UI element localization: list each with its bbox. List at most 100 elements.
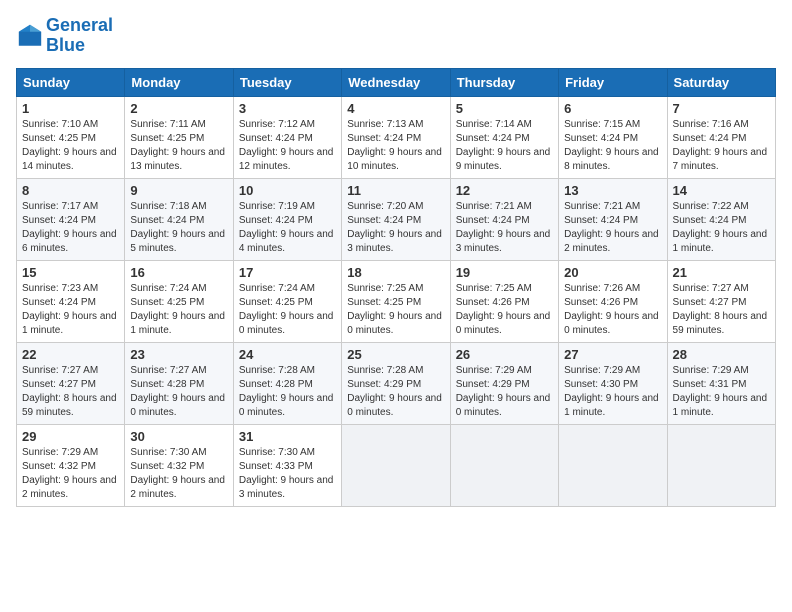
calendar-cell [559,424,667,506]
day-info: Sunrise: 7:27 AM Sunset: 4:27 PM Dayligh… [22,364,119,420]
day-number: 6 [564,101,661,116]
calendar-cell: 26 Sunrise: 7:29 AM Sunset: 4:29 PM Dayl… [450,342,558,424]
day-info: Sunrise: 7:24 AM Sunset: 4:25 PM Dayligh… [130,282,227,338]
day-info: Sunrise: 7:21 AM Sunset: 4:24 PM Dayligh… [564,200,661,256]
calendar-cell: 9 Sunrise: 7:18 AM Sunset: 4:24 PM Dayli… [125,178,233,260]
day-number: 3 [239,101,336,116]
day-number: 28 [673,347,770,362]
day-header-sunday: Sunday [17,68,125,96]
day-header-tuesday: Tuesday [233,68,341,96]
calendar-cell [667,424,775,506]
calendar-week-3: 15 Sunrise: 7:23 AM Sunset: 4:24 PM Dayl… [17,260,776,342]
day-header-monday: Monday [125,68,233,96]
day-info: Sunrise: 7:29 AM Sunset: 4:32 PM Dayligh… [22,446,119,502]
day-number: 4 [347,101,444,116]
logo-icon [16,22,44,50]
day-header-row: SundayMondayTuesdayWednesdayThursdayFrid… [17,68,776,96]
day-header-wednesday: Wednesday [342,68,450,96]
day-number: 9 [130,183,227,198]
day-info: Sunrise: 7:25 AM Sunset: 4:26 PM Dayligh… [456,282,553,338]
calendar-cell: 7 Sunrise: 7:16 AM Sunset: 4:24 PM Dayli… [667,96,775,178]
day-number: 12 [456,183,553,198]
day-info: Sunrise: 7:11 AM Sunset: 4:25 PM Dayligh… [130,118,227,174]
day-number: 13 [564,183,661,198]
calendar-cell: 4 Sunrise: 7:13 AM Sunset: 4:24 PM Dayli… [342,96,450,178]
calendar-week-4: 22 Sunrise: 7:27 AM Sunset: 4:27 PM Dayl… [17,342,776,424]
day-info: Sunrise: 7:30 AM Sunset: 4:32 PM Dayligh… [130,446,227,502]
calendar-cell: 24 Sunrise: 7:28 AM Sunset: 4:28 PM Dayl… [233,342,341,424]
day-number: 2 [130,101,227,116]
logo-text: General Blue [46,16,113,56]
day-info: Sunrise: 7:26 AM Sunset: 4:26 PM Dayligh… [564,282,661,338]
day-header-thursday: Thursday [450,68,558,96]
day-number: 1 [22,101,119,116]
day-info: Sunrise: 7:25 AM Sunset: 4:25 PM Dayligh… [347,282,444,338]
calendar-cell: 23 Sunrise: 7:27 AM Sunset: 4:28 PM Dayl… [125,342,233,424]
calendar-cell: 30 Sunrise: 7:30 AM Sunset: 4:32 PM Dayl… [125,424,233,506]
day-number: 25 [347,347,444,362]
day-number: 16 [130,265,227,280]
calendar-cell: 13 Sunrise: 7:21 AM Sunset: 4:24 PM Dayl… [559,178,667,260]
calendar-cell: 1 Sunrise: 7:10 AM Sunset: 4:25 PM Dayli… [17,96,125,178]
calendar-cell: 10 Sunrise: 7:19 AM Sunset: 4:24 PM Dayl… [233,178,341,260]
day-number: 19 [456,265,553,280]
calendar-week-5: 29 Sunrise: 7:29 AM Sunset: 4:32 PM Dayl… [17,424,776,506]
day-info: Sunrise: 7:20 AM Sunset: 4:24 PM Dayligh… [347,200,444,256]
day-number: 22 [22,347,119,362]
calendar-cell: 5 Sunrise: 7:14 AM Sunset: 4:24 PM Dayli… [450,96,558,178]
calendar-cell: 27 Sunrise: 7:29 AM Sunset: 4:30 PM Dayl… [559,342,667,424]
day-number: 31 [239,429,336,444]
day-info: Sunrise: 7:16 AM Sunset: 4:24 PM Dayligh… [673,118,770,174]
calendar-week-1: 1 Sunrise: 7:10 AM Sunset: 4:25 PM Dayli… [17,96,776,178]
day-number: 26 [456,347,553,362]
day-info: Sunrise: 7:27 AM Sunset: 4:28 PM Dayligh… [130,364,227,420]
day-number: 7 [673,101,770,116]
calendar-cell: 12 Sunrise: 7:21 AM Sunset: 4:24 PM Dayl… [450,178,558,260]
calendar-table: SundayMondayTuesdayWednesdayThursdayFrid… [16,68,776,507]
day-header-saturday: Saturday [667,68,775,96]
day-info: Sunrise: 7:28 AM Sunset: 4:29 PM Dayligh… [347,364,444,420]
day-info: Sunrise: 7:12 AM Sunset: 4:24 PM Dayligh… [239,118,336,174]
calendar-cell: 20 Sunrise: 7:26 AM Sunset: 4:26 PM Dayl… [559,260,667,342]
day-info: Sunrise: 7:15 AM Sunset: 4:24 PM Dayligh… [564,118,661,174]
calendar-week-2: 8 Sunrise: 7:17 AM Sunset: 4:24 PM Dayli… [17,178,776,260]
day-info: Sunrise: 7:13 AM Sunset: 4:24 PM Dayligh… [347,118,444,174]
day-number: 24 [239,347,336,362]
calendar-cell: 3 Sunrise: 7:12 AM Sunset: 4:24 PM Dayli… [233,96,341,178]
calendar-cell: 31 Sunrise: 7:30 AM Sunset: 4:33 PM Dayl… [233,424,341,506]
calendar-cell: 11 Sunrise: 7:20 AM Sunset: 4:24 PM Dayl… [342,178,450,260]
day-number: 30 [130,429,227,444]
day-number: 15 [22,265,119,280]
day-header-friday: Friday [559,68,667,96]
day-info: Sunrise: 7:19 AM Sunset: 4:24 PM Dayligh… [239,200,336,256]
day-info: Sunrise: 7:17 AM Sunset: 4:24 PM Dayligh… [22,200,119,256]
calendar-cell: 15 Sunrise: 7:23 AM Sunset: 4:24 PM Dayl… [17,260,125,342]
calendar-cell: 17 Sunrise: 7:24 AM Sunset: 4:25 PM Dayl… [233,260,341,342]
calendar-cell: 19 Sunrise: 7:25 AM Sunset: 4:26 PM Dayl… [450,260,558,342]
day-info: Sunrise: 7:28 AM Sunset: 4:28 PM Dayligh… [239,364,336,420]
logo: General Blue [16,16,113,56]
day-number: 17 [239,265,336,280]
day-info: Sunrise: 7:14 AM Sunset: 4:24 PM Dayligh… [456,118,553,174]
calendar-cell: 6 Sunrise: 7:15 AM Sunset: 4:24 PM Dayli… [559,96,667,178]
day-number: 23 [130,347,227,362]
day-info: Sunrise: 7:29 AM Sunset: 4:29 PM Dayligh… [456,364,553,420]
day-info: Sunrise: 7:21 AM Sunset: 4:24 PM Dayligh… [456,200,553,256]
calendar-cell: 8 Sunrise: 7:17 AM Sunset: 4:24 PM Dayli… [17,178,125,260]
day-number: 29 [22,429,119,444]
calendar-cell: 16 Sunrise: 7:24 AM Sunset: 4:25 PM Dayl… [125,260,233,342]
calendar-cell: 25 Sunrise: 7:28 AM Sunset: 4:29 PM Dayl… [342,342,450,424]
day-info: Sunrise: 7:29 AM Sunset: 4:30 PM Dayligh… [564,364,661,420]
day-info: Sunrise: 7:23 AM Sunset: 4:24 PM Dayligh… [22,282,119,338]
calendar-cell: 2 Sunrise: 7:11 AM Sunset: 4:25 PM Dayli… [125,96,233,178]
calendar-cell: 28 Sunrise: 7:29 AM Sunset: 4:31 PM Dayl… [667,342,775,424]
day-info: Sunrise: 7:22 AM Sunset: 4:24 PM Dayligh… [673,200,770,256]
header: General Blue [16,16,776,56]
calendar-cell: 14 Sunrise: 7:22 AM Sunset: 4:24 PM Dayl… [667,178,775,260]
day-info: Sunrise: 7:30 AM Sunset: 4:33 PM Dayligh… [239,446,336,502]
day-info: Sunrise: 7:10 AM Sunset: 4:25 PM Dayligh… [22,118,119,174]
day-number: 14 [673,183,770,198]
day-number: 20 [564,265,661,280]
day-number: 10 [239,183,336,198]
day-info: Sunrise: 7:27 AM Sunset: 4:27 PM Dayligh… [673,282,770,338]
